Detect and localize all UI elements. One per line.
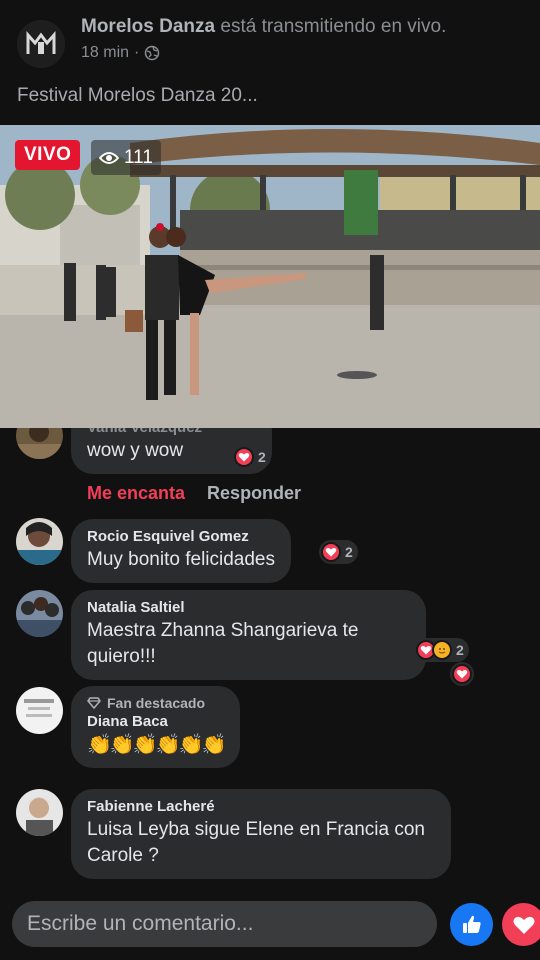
comments-list[interactable]: Vania Velázquez wow y wow 2 Me encanta R… bbox=[0, 428, 540, 888]
comment-bubble: Natalia Saltiel Maestra Zhanna Shangarie… bbox=[71, 590, 426, 680]
comment-author[interactable]: Natalia Saltiel bbox=[87, 598, 410, 618]
love-button[interactable] bbox=[502, 903, 540, 946]
reaction-count: 2 bbox=[456, 642, 464, 658]
comment-input[interactable]: Escribe un comentario... bbox=[12, 901, 437, 947]
comment-text: 👏👏👏👏👏👏 bbox=[87, 734, 226, 756]
reaction-summary[interactable]: 2 bbox=[232, 445, 271, 469]
header-title: Morelos Danza está transmitiendo en vivo… bbox=[81, 15, 446, 39]
comment-author[interactable]: Fabienne Lacheré bbox=[87, 797, 435, 817]
diamond-icon bbox=[87, 697, 101, 709]
comment-item: Fan destacado Diana Baca 👏👏👏👏👏👏 bbox=[0, 686, 540, 782]
comment-item: Natalia Saltiel Maestra Zhanna Shangarie… bbox=[0, 589, 540, 689]
eye-icon bbox=[99, 151, 119, 164]
comment-bubble: Rocio Esquivel Gomez Muy bonito felicida… bbox=[71, 519, 291, 583]
meta-separator: · bbox=[134, 44, 140, 61]
live-video[interactable]: VIVO 111 bbox=[0, 125, 540, 428]
comment-item: Fabienne Lacheré Luisa Leyba sigue Elene… bbox=[0, 789, 540, 884]
live-status-text: está transmitiendo en vivo. bbox=[215, 16, 447, 37]
like-icon bbox=[462, 915, 481, 933]
my-reaction-heart[interactable] bbox=[450, 662, 474, 686]
viewer-count: 111 bbox=[124, 146, 153, 168]
like-button[interactable] bbox=[450, 903, 493, 946]
badge-label: Fan destacado bbox=[107, 695, 206, 711]
reaction-summary[interactable]: 2 bbox=[319, 540, 358, 564]
live-badge: VIVO bbox=[15, 140, 81, 170]
comment-text: Luisa Leyba sigue Elene en Francia con C… bbox=[87, 819, 426, 866]
reply-button[interactable]: Responder bbox=[207, 483, 301, 504]
viewer-count-badge: 111 bbox=[91, 140, 161, 175]
hug-icon bbox=[432, 640, 452, 660]
heart-icon bbox=[321, 542, 341, 562]
comment-bubble: Fabienne Lacheré Luisa Leyba sigue Elene… bbox=[71, 789, 451, 879]
comment-item: Rocio Esquivel Gomez Muy bonito felicida… bbox=[0, 518, 540, 588]
comment-text: Maestra Zhanna Shangarieva te quiero!!! bbox=[87, 620, 359, 667]
comment-avatar[interactable] bbox=[16, 789, 63, 836]
post-title[interactable]: Festival Morelos Danza 20... bbox=[17, 85, 258, 107]
comment-avatar[interactable] bbox=[16, 590, 63, 637]
post-time[interactable]: 18 min bbox=[81, 44, 129, 62]
globe-icon bbox=[145, 45, 160, 61]
heart-icon bbox=[234, 447, 254, 467]
video-frame bbox=[0, 125, 540, 428]
comment-text: Muy bonito felicidades bbox=[87, 549, 275, 570]
top-fan-badge: Fan destacado bbox=[87, 694, 224, 712]
comment-actions: Me encanta Responder bbox=[87, 483, 301, 504]
post-header: Morelos Danza está transmitiendo en vivo… bbox=[0, 0, 540, 120]
comment-avatar[interactable] bbox=[16, 518, 63, 565]
reaction-count: 2 bbox=[345, 544, 353, 560]
comment-author[interactable]: Diana Baca bbox=[87, 712, 224, 732]
heart-icon bbox=[513, 916, 534, 934]
reaction-count: 2 bbox=[258, 449, 266, 465]
reaction-summary[interactable]: 2 bbox=[414, 638, 469, 662]
comment-text: wow y wow bbox=[87, 440, 184, 461]
heart-icon bbox=[452, 664, 472, 684]
comment-item: Vania Velázquez wow y wow 2 Me encanta R… bbox=[0, 428, 540, 512]
comment-author[interactable]: Rocio Esquivel Gomez bbox=[87, 527, 275, 547]
comment-bubble: Fan destacado Diana Baca 👏👏👏👏👏👏 bbox=[71, 686, 241, 768]
post-meta: 18 min · bbox=[81, 44, 160, 62]
page-name-link[interactable]: Morelos Danza bbox=[81, 16, 215, 37]
page-logo[interactable] bbox=[17, 20, 65, 68]
comment-avatar[interactable] bbox=[16, 428, 63, 459]
comment-author[interactable]: Vania Velázquez bbox=[87, 428, 202, 438]
love-reaction-button[interactable]: Me encanta bbox=[87, 483, 185, 504]
comment-avatar[interactable] bbox=[16, 687, 63, 734]
